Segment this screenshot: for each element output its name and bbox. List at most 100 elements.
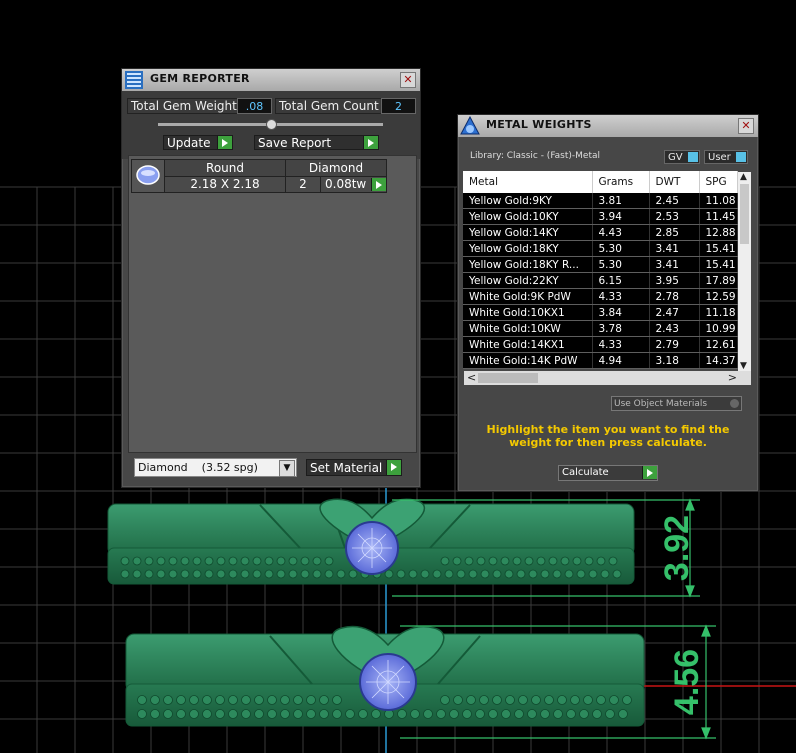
table-row[interactable]: Round Diamond: [131, 159, 387, 193]
spg-value: 17.89: [699, 272, 738, 289]
metal-weights-close-icon[interactable]: ✕: [738, 118, 754, 134]
gem-table[interactable]: Round Diamond 2.18 X 2.18 2 0.08tw: [131, 159, 387, 193]
gem-weight-value: 0.08tw: [325, 177, 367, 192]
save-report-button[interactable]: Save Report: [254, 135, 379, 150]
gem-reporter-title: GEM REPORTER: [150, 72, 250, 85]
metal-name: Yellow Gold:10KY: [463, 208, 593, 225]
chevron-left-icon[interactable]: <: [467, 371, 476, 384]
table-row[interactable]: White Gold:14K PdW 4.94 3.18 14.37: [463, 352, 738, 369]
metal-name: Yellow Gold:9KY: [463, 193, 593, 209]
gem-reporter-app-icon: [125, 71, 143, 89]
play-icon: [386, 460, 401, 475]
metal-weights-title: METAL WEIGHTS: [486, 118, 592, 131]
metal-name: Yellow Gold:14KY: [463, 224, 593, 241]
gem-reporter-close-icon[interactable]: ✕: [400, 72, 416, 88]
spg-value: 15.41: [699, 256, 738, 273]
dimension-bottom-value: 4.56: [668, 649, 706, 715]
column-header-metal[interactable]: Metal: [463, 171, 593, 193]
grams-value: 5.30: [592, 256, 650, 273]
column-header-dwt[interactable]: DWT: [649, 171, 700, 193]
table-row[interactable]: White Gold:14KX1 4.33 2.79 12.61: [463, 336, 738, 353]
gv-toggle[interactable]: GV: [664, 150, 700, 164]
grams-value: 3.78: [592, 320, 650, 337]
spg-value: 12.88: [699, 224, 738, 241]
gem-shape-cell: Round: [164, 159, 286, 177]
gem-thumbnail: [131, 159, 165, 193]
table-row[interactable]: White Gold:10KX1 3.84 2.47 11.18: [463, 304, 738, 321]
metal-name: White Gold:14KX1: [463, 336, 593, 353]
ring-model-top[interactable]: [107, 498, 635, 585]
chevron-up-icon[interactable]: ▲: [740, 172, 747, 182]
update-button[interactable]: Update: [163, 135, 233, 150]
gem-reporter-window[interactable]: GEM REPORTER ✕ Total Gem Weight .08 Tota…: [121, 68, 421, 488]
metal-table[interactable]: Metal Grams DWT SPG Yellow Gold:9KY 3.81 2…: [463, 171, 738, 369]
instruction-text: Highlight the item you want to find the …: [486, 423, 730, 449]
calculate-button[interactable]: Calculate: [558, 465, 658, 481]
save-report-button-label: Save Report: [258, 136, 332, 150]
grams-value: 5.30: [592, 240, 650, 257]
use-object-materials-toggle[interactable]: Use Object Materials: [611, 396, 742, 411]
column-header-grams[interactable]: Grams: [592, 171, 650, 193]
material-select[interactable]: Diamond (3.52 spg) ▼: [134, 458, 297, 477]
dwt-value: 3.41: [649, 256, 700, 273]
ring-model-bottom[interactable]: [125, 625, 645, 727]
gem-list-area[interactable]: [128, 155, 417, 453]
gem-count-cell: 2: [285, 175, 321, 193]
table-row[interactable]: Yellow Gold:18KY R... 5.30 3.41 15.41: [463, 256, 738, 273]
metal-weights-app-icon: [460, 116, 480, 135]
spg-value: 15.41: [699, 240, 738, 257]
dwt-value: 2.53: [649, 208, 700, 225]
spg-value: 10.99: [699, 320, 738, 337]
round-gem-icon: [136, 164, 160, 185]
chevron-right-icon[interactable]: >: [728, 371, 737, 384]
spg-value: 11.45: [699, 208, 738, 225]
table-row[interactable]: Yellow Gold:14KY 4.43 2.85 12.88: [463, 224, 738, 241]
dwt-value: 2.79: [649, 336, 700, 353]
play-icon: [363, 136, 378, 149]
spg-value: 12.61: [699, 336, 738, 353]
table-row[interactable]: White Gold:9K PdW 4.33 2.78 12.59: [463, 288, 738, 305]
table-row[interactable]: 2.18 X 2.18 2 0.08tw: [132, 175, 387, 193]
scrollbar-thumb[interactable]: [478, 373, 538, 383]
gem-weight-cell[interactable]: 0.08tw: [320, 175, 387, 193]
play-icon: [642, 466, 657, 479]
spg-value: 11.08: [699, 193, 738, 209]
set-material-button[interactable]: Set Material: [306, 459, 402, 476]
table-row[interactable]: Yellow Gold:18KY 5.30 3.41 15.41: [463, 240, 738, 257]
vscrollbar[interactable]: ▲ ▼: [738, 172, 751, 371]
gv-toggle-label: GV: [668, 152, 683, 163]
hscrollbar[interactable]: < >: [464, 371, 751, 385]
dimension-top-value: 3.92: [658, 515, 696, 581]
table-row[interactable]: Yellow Gold:9KY 3.81 2.45 11.08: [463, 193, 738, 209]
table-row[interactable]: Yellow Gold:10KY 3.94 2.53 11.45: [463, 208, 738, 225]
grams-value: 3.81: [592, 193, 650, 209]
dwt-value: 3.18: [649, 352, 700, 369]
metal-name: White Gold:10KW: [463, 320, 593, 337]
total-gem-weight-label: Total Gem Weight: [127, 98, 241, 114]
play-icon[interactable]: [371, 177, 386, 191]
use-object-materials-label: Use Object Materials: [614, 399, 708, 409]
metal-name: White Gold:9K PdW: [463, 288, 593, 305]
panel-slider-knob[interactable]: [266, 119, 277, 130]
metal-name: Yellow Gold:22KY: [463, 272, 593, 289]
grams-value: 4.94: [592, 352, 650, 369]
gem-reporter-titlebar[interactable]: GEM REPORTER ✕: [122, 69, 420, 91]
grams-value: 4.33: [592, 288, 650, 305]
metal-weights-titlebar[interactable]: METAL WEIGHTS ✕: [458, 115, 758, 137]
user-toggle[interactable]: User: [704, 150, 748, 164]
grams-value: 4.33: [592, 336, 650, 353]
scrollbar-thumb[interactable]: [740, 184, 749, 244]
total-gem-weight-field: .08: [237, 98, 272, 114]
table-row[interactable]: Yellow Gold:22KY 6.15 3.95 17.89: [463, 272, 738, 289]
grams-value: 3.94: [592, 208, 650, 225]
table-row[interactable]: White Gold:10KW 3.78 2.43 10.99: [463, 320, 738, 337]
chevron-down-icon[interactable]: ▼: [740, 361, 747, 371]
total-gem-count-label: Total Gem Count: [275, 98, 383, 114]
library-label: Library: Classic - (Fast)-Metal: [470, 151, 601, 161]
calculate-button-label: Calculate: [562, 467, 609, 478]
set-material-button-label: Set Material: [310, 461, 383, 475]
chevron-down-icon[interactable]: ▼: [279, 460, 295, 477]
column-header-spg[interactable]: SPG: [699, 171, 738, 193]
play-icon: [217, 136, 232, 149]
metal-name: White Gold:10KX1: [463, 304, 593, 321]
